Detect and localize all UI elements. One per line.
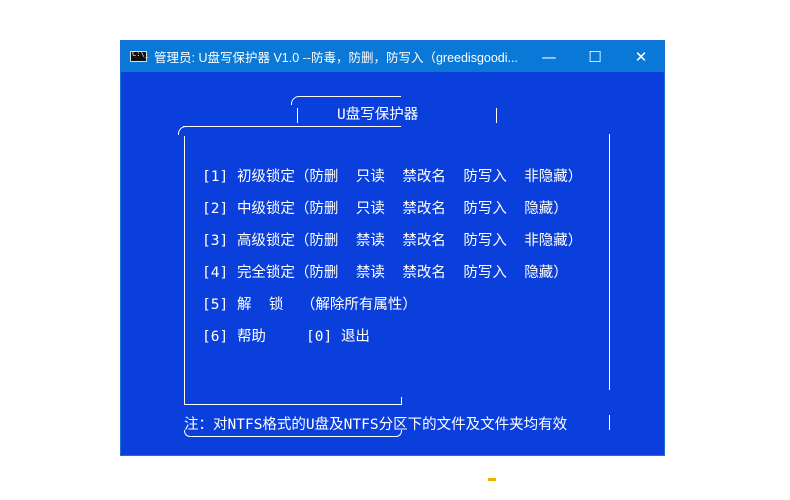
menu-key: [2] [202,201,229,217]
menu-box-right [609,134,610,390]
header-box-left [297,108,298,123]
menu-item-exit: [0] 退出 [306,325,370,346]
menu-key: [1] [202,169,229,185]
console-body[interactable]: U盘写保护器 [1] 初级锁定（防删 只读 禁改名 防写入 非隐藏） [2] 中… [121,72,664,485]
maximize-icon: ☐ [588,47,602,66]
header-title: U盘写保护器 [337,107,419,123]
menu-label: 退出 [340,329,370,345]
menu-key: [0] [306,329,333,345]
menu-label: 高级锁定（防删 禁读 禁改名 防写入 非隐藏） [236,233,583,249]
menu-label: 中级锁定（防删 只读 禁改名 防写入 隐藏） [236,201,568,217]
cmd-icon [130,50,149,62]
minimize-icon: — [541,47,557,66]
note-right-bar [609,415,610,430]
close-icon: ✕ [634,47,648,66]
input-prompt[interactable]: 请选择您要进行的操作，先按数字键，然后按Enter键： [122,465,496,486]
header-box-bottom [183,126,401,127]
text-cursor [487,478,496,481]
menu-item-6: [6] 帮助 [202,325,266,346]
menu-item-1: [1] 初级锁定（防删 只读 禁改名 防写入 非隐藏） [202,165,582,186]
close-button[interactable]: ✕ [618,41,664,72]
maximize-button[interactable]: ☐ [572,41,618,72]
menu-item-4: [4] 完全锁定（防删 禁读 禁改名 防写入 隐藏） [202,261,568,282]
menu-label: 初级锁定（防删 只读 禁改名 防写入 非隐藏） [236,169,583,185]
note-box-top-right [401,397,402,405]
menu-label: 帮助 [236,329,266,345]
minimize-button[interactable]: — [526,41,572,72]
title-bar[interactable]: 管理员: U盘写保护器 V1.0 --防毒，防删，防写入（greedisgood… [121,41,664,72]
menu-box-corner [178,126,187,135]
note-box-bottom [184,430,402,437]
menu-key: [3] [202,233,229,249]
header-box-top [298,96,401,97]
note-box-top [184,404,401,405]
menu-key: [6] [202,329,229,345]
menu-item-3: [3] 高级锁定（防删 禁读 禁改名 防写入 非隐藏） [202,229,582,250]
menu-key: [4] [202,265,229,281]
header-box-right [496,108,497,123]
menu-key: [5] [202,297,229,313]
menu-item-5: [5] 解 锁 （解除所有属性） [202,293,417,314]
menu-item-2: [2] 中级锁定（防删 只读 禁改名 防写入 隐藏） [202,197,568,218]
prompt-text: 请选择您要进行的操作，先按数字键，然后按Enter键： [122,469,485,485]
menu-label: 完全锁定（防删 禁读 禁改名 防写入 隐藏） [236,265,568,281]
header-box-corner [291,96,300,105]
menu-box-left [184,136,185,404]
console-window: 管理员: U盘写保护器 V1.0 --防毒，防删，防写入（greedisgood… [120,40,665,485]
menu-label: 解 锁 （解除所有属性） [236,297,417,313]
window-title: 管理员: U盘写保护器 V1.0 --防毒，防删，防写入（greedisgood… [154,51,518,65]
